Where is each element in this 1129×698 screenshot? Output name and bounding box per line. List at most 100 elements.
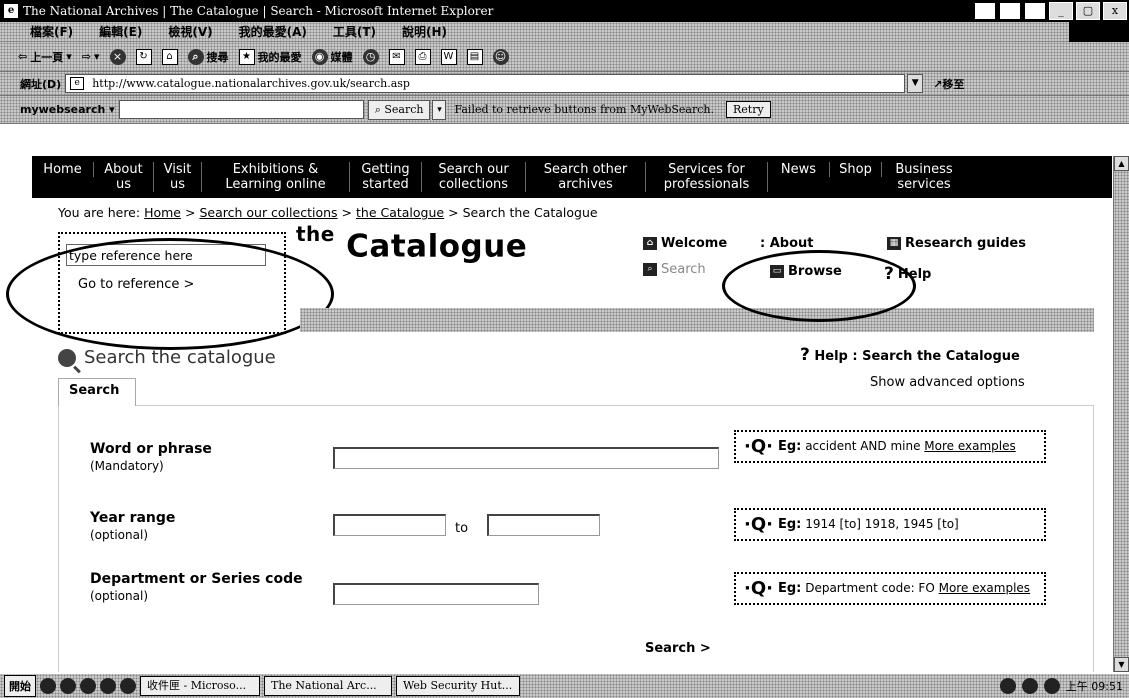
tray-icon[interactable] <box>1043 678 1060 694</box>
scroll-down-icon[interactable]: ▼ <box>1114 657 1129 672</box>
menu-view[interactable]: 檢視(V) <box>168 23 212 40</box>
go-button[interactable]: ↗移至 <box>933 76 964 92</box>
minimize-button[interactable]: _ <box>1049 2 1073 20</box>
nav-news[interactable]: News <box>768 162 830 177</box>
breadcrumb-catalogue[interactable]: the Catalogue <box>356 205 444 220</box>
page-icon: e <box>70 77 85 90</box>
menu-file[interactable]: 檔案(F) <box>30 23 73 40</box>
department-label: Department or Series code (optional) <box>90 571 303 603</box>
stop-icon[interactable]: × <box>109 48 126 65</box>
refresh-icon[interactable]: ↻ <box>135 48 152 65</box>
websearch-dropdown[interactable]: ▾ <box>432 99 447 120</box>
year-from-input[interactable] <box>333 514 446 536</box>
retry-button[interactable]: Retry <box>725 101 771 118</box>
forward-button[interactable]: ⇨ ▾ <box>82 50 100 63</box>
close-button[interactable]: x <box>1103 2 1127 20</box>
tray-icon[interactable] <box>1021 678 1038 694</box>
lightbulb-icon: ·Q· <box>744 578 773 599</box>
nav-services[interactable]: Services for professionals <box>646 162 768 192</box>
tray-icon[interactable] <box>1024 2 1046 20</box>
department-input[interactable] <box>333 583 539 605</box>
menu-tools[interactable]: 工具(T) <box>333 23 376 40</box>
browse-link[interactable]: ▭ Browse <box>770 264 842 279</box>
messenger-icon[interactable]: ☺ <box>492 48 509 65</box>
tray-icon[interactable] <box>974 2 996 20</box>
search-link[interactable]: ⌕ Search <box>643 262 706 277</box>
taskbar-item-web-security[interactable]: Web Security Hut... <box>396 676 520 696</box>
favorites-icon: ★ <box>238 48 255 65</box>
tray-icon[interactable] <box>999 678 1016 694</box>
system-tray: 上午 09:51 <box>999 678 1129 694</box>
favorites-toolbar-button[interactable]: ★ 我的最愛 <box>238 48 302 65</box>
taskbar-item-national-archives[interactable]: The National Arc... <box>264 676 392 696</box>
more-examples-link[interactable]: More examples <box>939 581 1030 595</box>
discuss-icon[interactable]: ▤ <box>466 48 483 65</box>
tab-search[interactable]: Search <box>58 378 136 406</box>
breadcrumb-current: Search the Catalogue <box>462 205 598 220</box>
websearch-button[interactable]: ⌕ Search <box>367 99 431 120</box>
nav-exhibitions[interactable]: Exhibitions & Learning online <box>202 162 350 192</box>
lightbulb-icon: ·Q· <box>744 436 773 457</box>
media-toolbar-button[interactable]: ◉ 媒體 <box>311 48 353 65</box>
home-icon[interactable]: ⌂ <box>161 48 178 65</box>
catalogue-logo: the Catalogue <box>296 222 528 265</box>
nav-search-archives[interactable]: Search other archives <box>526 162 646 192</box>
search-toolbar-button[interactable]: ⌕ 搜尋 <box>187 48 229 65</box>
question-icon: ? <box>884 264 894 284</box>
site-navigation: Home About us Visit us Exhibitions & Lea… <box>32 156 1112 198</box>
media-icon: ◉ <box>311 48 328 65</box>
back-button[interactable]: ⇦ 上一頁 ▾ <box>18 49 72 65</box>
nav-home[interactable]: Home <box>32 162 94 177</box>
welcome-icon: ⌂ <box>643 237 657 250</box>
breadcrumb-home[interactable]: Home <box>144 205 181 220</box>
word-phrase-input[interactable] <box>333 447 719 469</box>
quicklaunch-icon[interactable] <box>100 678 116 694</box>
history-icon[interactable]: ◷ <box>362 48 379 65</box>
nav-shop[interactable]: Shop <box>830 162 882 177</box>
quicklaunch-icon[interactable] <box>80 678 96 694</box>
reference-input[interactable] <box>66 244 266 266</box>
example-year-box: ·Q· Eg: 1914 [to] 1918, 1945 [to] <box>734 508 1046 541</box>
address-bar: 網址(D) e http://www.catalogue.nationalarc… <box>0 72 1129 96</box>
about-link[interactable]: : About <box>760 236 814 251</box>
decorative-band <box>300 308 1094 332</box>
nav-search-collections[interactable]: Search our collections <box>422 162 526 192</box>
window-titlebar: e The National Archives | The Catalogue … <box>0 0 1129 22</box>
quicklaunch-icon[interactable] <box>120 678 136 694</box>
nav-visit[interactable]: Visit us <box>154 162 202 192</box>
go-to-reference-button[interactable]: Go to reference > <box>78 277 194 292</box>
vertical-scrollbar[interactable]: ▲ ▼ <box>1113 156 1129 672</box>
menu-edit[interactable]: 編輯(E) <box>99 23 142 40</box>
help-link[interactable]: ? Help <box>884 264 931 284</box>
quicklaunch-icon[interactable] <box>40 678 56 694</box>
start-button[interactable]: 開始 <box>4 675 36 697</box>
breadcrumb-collections[interactable]: Search our collections <box>199 205 337 220</box>
taskbar-item-inbox[interactable]: 收件匣 - Microso... <box>140 676 260 696</box>
more-examples-link[interactable]: More examples <box>924 439 1015 453</box>
menu-favorites[interactable]: 我的最愛(A) <box>239 23 307 40</box>
welcome-link[interactable]: ⌂ Welcome <box>643 236 727 251</box>
scroll-up-icon[interactable]: ▲ <box>1114 156 1129 171</box>
nav-getting-started[interactable]: Getting started <box>350 162 422 192</box>
mywebsearch-brand[interactable]: mywebsearch ▾ <box>20 103 115 116</box>
websearch-input[interactable] <box>118 100 364 119</box>
edit-icon[interactable]: W <box>440 48 457 65</box>
maximize-button[interactable]: ▢ <box>1076 2 1100 20</box>
menu-help[interactable]: 說明(H) <box>402 23 447 40</box>
research-guides-link[interactable]: ▦ Research guides <box>887 236 1026 251</box>
mail-icon[interactable]: ✉ <box>388 48 405 65</box>
quicklaunch-icon[interactable] <box>60 678 76 694</box>
nav-business[interactable]: Business services <box>882 162 966 192</box>
help-search-catalogue-link[interactable]: ? Help : Search the Catalogue <box>800 345 1020 365</box>
nav-about[interactable]: About us <box>94 162 154 192</box>
search-submit-button[interactable]: Search > <box>645 641 711 656</box>
magnifier-icon <box>58 348 76 367</box>
windows-taskbar: 開始 收件匣 - Microso... The National Arc... … <box>0 672 1129 698</box>
address-input[interactable]: e http://www.catalogue.nationalarchives.… <box>65 74 906 93</box>
taskbar-clock: 上午 09:51 <box>1065 680 1123 693</box>
print-icon[interactable]: ⎙ <box>414 48 431 65</box>
address-dropdown-button[interactable]: ▼ <box>907 74 924 93</box>
year-to-input[interactable] <box>487 514 600 536</box>
show-advanced-options-link[interactable]: Show advanced options <box>870 375 1025 390</box>
tray-icon[interactable] <box>999 2 1021 20</box>
